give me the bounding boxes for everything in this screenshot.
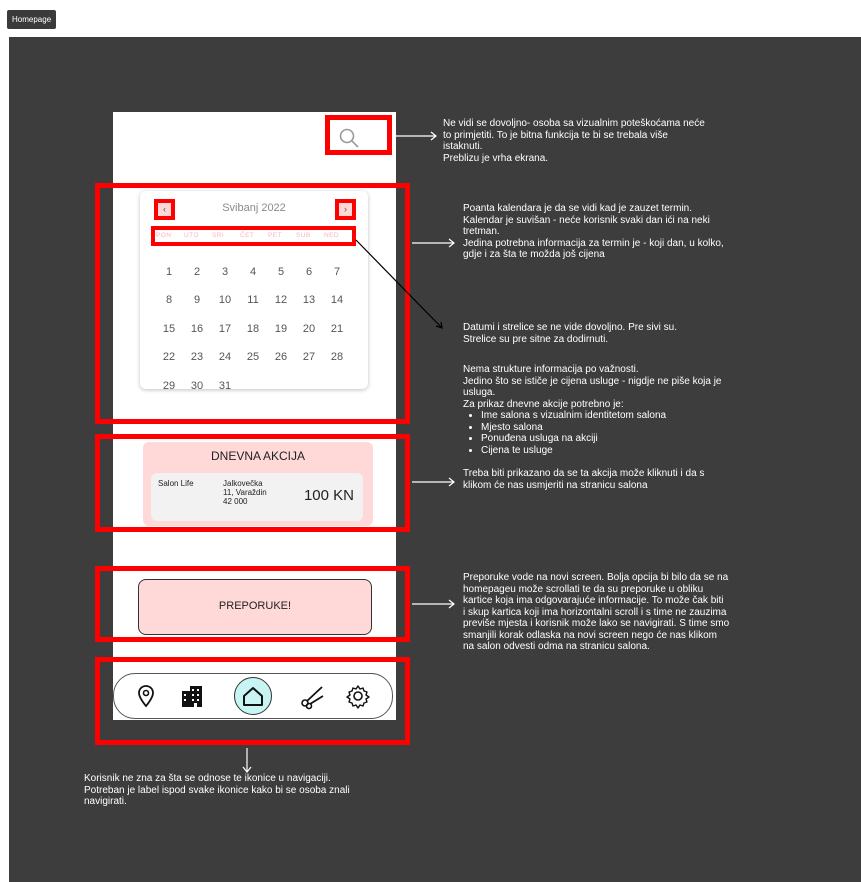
note-dates: Datumi i strelice se ne vide dovoljno. P…: [463, 322, 677, 345]
note-recommendations: Preporuke vode na novi screen. Bolja opc…: [463, 572, 730, 652]
annotation-arrows: [242, 131, 455, 773]
note-calendar: Poanta kalendara je da se vidi kad je za…: [463, 203, 724, 260]
note-daily-deal: Nema strukture informacija po važnosti. J…: [463, 364, 722, 491]
note-search: Ne vidi se dovoljno- osoba sa vizualnim …: [443, 118, 705, 164]
note-navigation: Korisnik ne zna za šta se odnose te ikon…: [84, 773, 350, 807]
